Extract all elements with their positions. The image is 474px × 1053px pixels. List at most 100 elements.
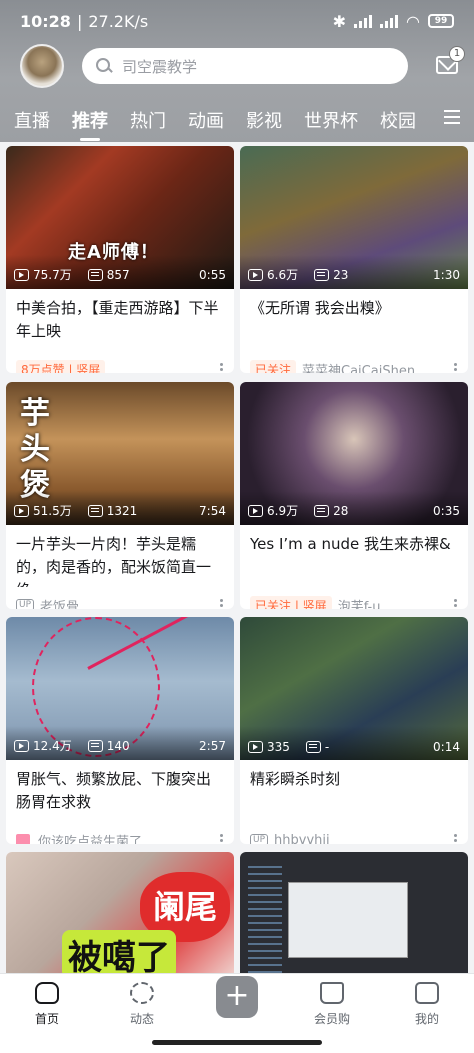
video-tag: 8万点赞 | 竖屏 xyxy=(16,359,106,373)
avatar[interactable] xyxy=(20,44,64,88)
nav-profile-label: 我的 xyxy=(414,1012,439,1026)
signal-icon xyxy=(354,14,373,28)
up-badge: UP xyxy=(250,834,269,844)
home-icon xyxy=(35,982,59,1004)
video-thumbnail[interactable]: 12.4万 140 2:57 xyxy=(6,617,234,760)
video-title[interactable]: 胃胀气、频繁放屁、下腹突出肠胃在求救 xyxy=(6,760,234,822)
video-meta: 已关注 | 竖屏 泡芙f-u xyxy=(240,587,468,609)
tab-anime[interactable]: 动画 xyxy=(188,107,224,133)
video-thumbnail[interactable]: 阑尾 被噶了 xyxy=(6,852,234,982)
danmaku-count: 857 xyxy=(106,267,130,282)
thumbnail-caption: 被噶了 xyxy=(62,930,176,979)
video-card[interactable]: 335 - 0:14 精彩瞬杀时刻 UP hhbvvhjj xyxy=(240,617,468,844)
play-count-icon xyxy=(248,504,263,517)
tab-world-cup[interactable]: 世界杯 xyxy=(304,107,358,133)
header: 10:28 | 27.2K/s ✱ ◠ 99 司空震教学 1 直播 推荐 热门 … xyxy=(0,0,474,142)
play-count-icon xyxy=(14,739,29,752)
nav-home-label: 首页 xyxy=(34,1012,59,1026)
play-count-icon xyxy=(248,268,263,281)
more-options-icon[interactable] xyxy=(454,599,458,609)
more-options-icon[interactable] xyxy=(220,834,224,844)
danmaku-icon xyxy=(305,741,321,753)
danmaku-icon xyxy=(314,268,330,281)
video-duration: 0:14 xyxy=(433,740,460,754)
tab-live[interactable]: 直播 xyxy=(14,107,50,133)
video-title[interactable]: 精彩瞬杀时刻 xyxy=(240,760,468,822)
video-author[interactable]: 菜菜神CaiCaiShen xyxy=(302,360,415,374)
video-stats: 51.5万 1321 7:54 xyxy=(14,502,226,519)
danmaku-count: 140 xyxy=(106,738,130,753)
video-duration: 1:30 xyxy=(433,267,460,282)
video-title[interactable]: 中美合拍，【重走西游路】下半年上映 xyxy=(6,289,234,351)
video-stats: 6.9万 28 0:35 xyxy=(248,502,460,519)
view-count: 6.6万 xyxy=(267,268,299,282)
thumbnail-caption: 芋头煲 xyxy=(20,396,50,503)
tv-icon xyxy=(415,982,439,1004)
video-title[interactable]: Yes I’m a nude 我生来赤裸& xyxy=(240,525,468,587)
signal-icon-2 xyxy=(380,14,399,28)
nav-dynamics[interactable]: 动态 xyxy=(112,982,172,1027)
video-card[interactable] xyxy=(240,852,468,982)
video-author[interactable]: 泡芙f-u xyxy=(338,596,381,610)
danmaku-count: - xyxy=(324,740,330,754)
video-thumbnail[interactable] xyxy=(240,852,468,982)
tab-menu-icon[interactable] xyxy=(444,110,460,128)
battery-icon: 99 xyxy=(428,14,454,28)
video-author[interactable]: 老饭骨 xyxy=(40,596,79,610)
tab-hot[interactable]: 热门 xyxy=(130,107,166,133)
more-options-icon[interactable] xyxy=(220,363,224,373)
search-input[interactable]: 司空震教学 xyxy=(82,48,408,84)
video-duration: 2:57 xyxy=(199,738,226,753)
upload-button[interactable]: + xyxy=(216,976,258,1018)
video-stats: 12.4万 140 2:57 xyxy=(14,737,226,754)
more-options-icon[interactable] xyxy=(454,363,458,373)
video-thumbnail[interactable]: 芋头煲 51.5万 1321 7:54 xyxy=(6,382,234,525)
video-title[interactable]: 一片芋头一片肉！芋头是糯的，肉是香的，配米饭简直一绝~... xyxy=(6,525,234,587)
nav-profile[interactable]: 我的 xyxy=(397,982,457,1027)
danmaku-count: 1321 xyxy=(106,503,138,518)
video-thumbnail[interactable]: 6.9万 28 0:35 xyxy=(240,382,468,525)
play-count-icon xyxy=(248,741,263,753)
more-options-icon[interactable] xyxy=(454,834,458,844)
video-title[interactable]: 《无所谓 我会出糗》 xyxy=(240,289,468,351)
home-indicator xyxy=(152,1040,322,1045)
tab-recommend[interactable]: 推荐 xyxy=(72,107,108,141)
video-duration: 0:35 xyxy=(433,503,460,518)
video-meta: 8万点赞 | 竖屏 xyxy=(6,351,234,373)
danmaku-icon xyxy=(87,739,103,752)
video-thumbnail[interactable]: 走A师傅！ 75.7万 857 0:55 xyxy=(6,146,234,289)
video-thumbnail[interactable]: 335 - 0:14 xyxy=(240,617,468,760)
network-speed: 27.2K/s xyxy=(88,11,149,31)
video-card[interactable]: 芋头煲 51.5万 1321 7:54 一片芋头一片肉！芋头是糯的，肉是香的，配… xyxy=(6,382,234,609)
video-card[interactable]: 12.4万 140 2:57 胃胀气、频繁放屁、下腹突出肠胃在求救 你该吃点益生… xyxy=(6,617,234,844)
gift-icon xyxy=(16,834,30,844)
wifi-icon: ◠ xyxy=(406,11,420,31)
status-bar: 10:28 | 27.2K/s ✱ ◠ 99 xyxy=(0,0,474,42)
view-count: 75.7万 xyxy=(33,268,72,282)
status-time: 10:28 xyxy=(20,11,71,31)
video-author[interactable]: 你该吃点益生菌了 xyxy=(38,831,142,845)
play-count-icon xyxy=(14,268,29,281)
nav-vip-shop[interactable]: 会员购 xyxy=(302,982,362,1027)
danmaku-count: 28 xyxy=(333,503,349,518)
danmaku-icon xyxy=(87,504,103,517)
video-author[interactable]: hhbvvhjj xyxy=(274,833,330,845)
more-options-icon[interactable] xyxy=(220,599,224,609)
screen-window xyxy=(288,882,408,958)
video-meta: UP hhbvvhjj xyxy=(240,822,468,844)
tab-campus[interactable]: 校园 xyxy=(380,107,416,133)
play-count-icon xyxy=(14,504,29,517)
notification-badge: 1 xyxy=(449,46,465,62)
video-stats: 6.6万 23 1:30 xyxy=(248,266,460,283)
video-card[interactable]: 6.9万 28 0:35 Yes I’m a nude 我生来赤裸& 已关注 |… xyxy=(240,382,468,609)
video-thumbnail[interactable]: 6.6万 23 1:30 xyxy=(240,146,468,289)
tab-movies[interactable]: 影视 xyxy=(246,107,282,133)
nav-home[interactable]: 首页 xyxy=(17,982,77,1027)
followed-tag: 已关注 xyxy=(250,359,297,373)
video-card[interactable]: 走A师傅！ 75.7万 857 0:55 中美合拍，【重走西游路】下半年上映 8… xyxy=(6,146,234,373)
danmaku-icon xyxy=(87,268,103,281)
view-count: 335 xyxy=(267,740,290,754)
video-stats: 75.7万 857 0:55 xyxy=(14,266,226,283)
video-card[interactable]: 阑尾 被噶了 xyxy=(6,852,234,982)
video-card[interactable]: 6.6万 23 1:30 《无所谓 我会出糗》 已关注 菜菜神CaiCaiShe… xyxy=(240,146,468,373)
